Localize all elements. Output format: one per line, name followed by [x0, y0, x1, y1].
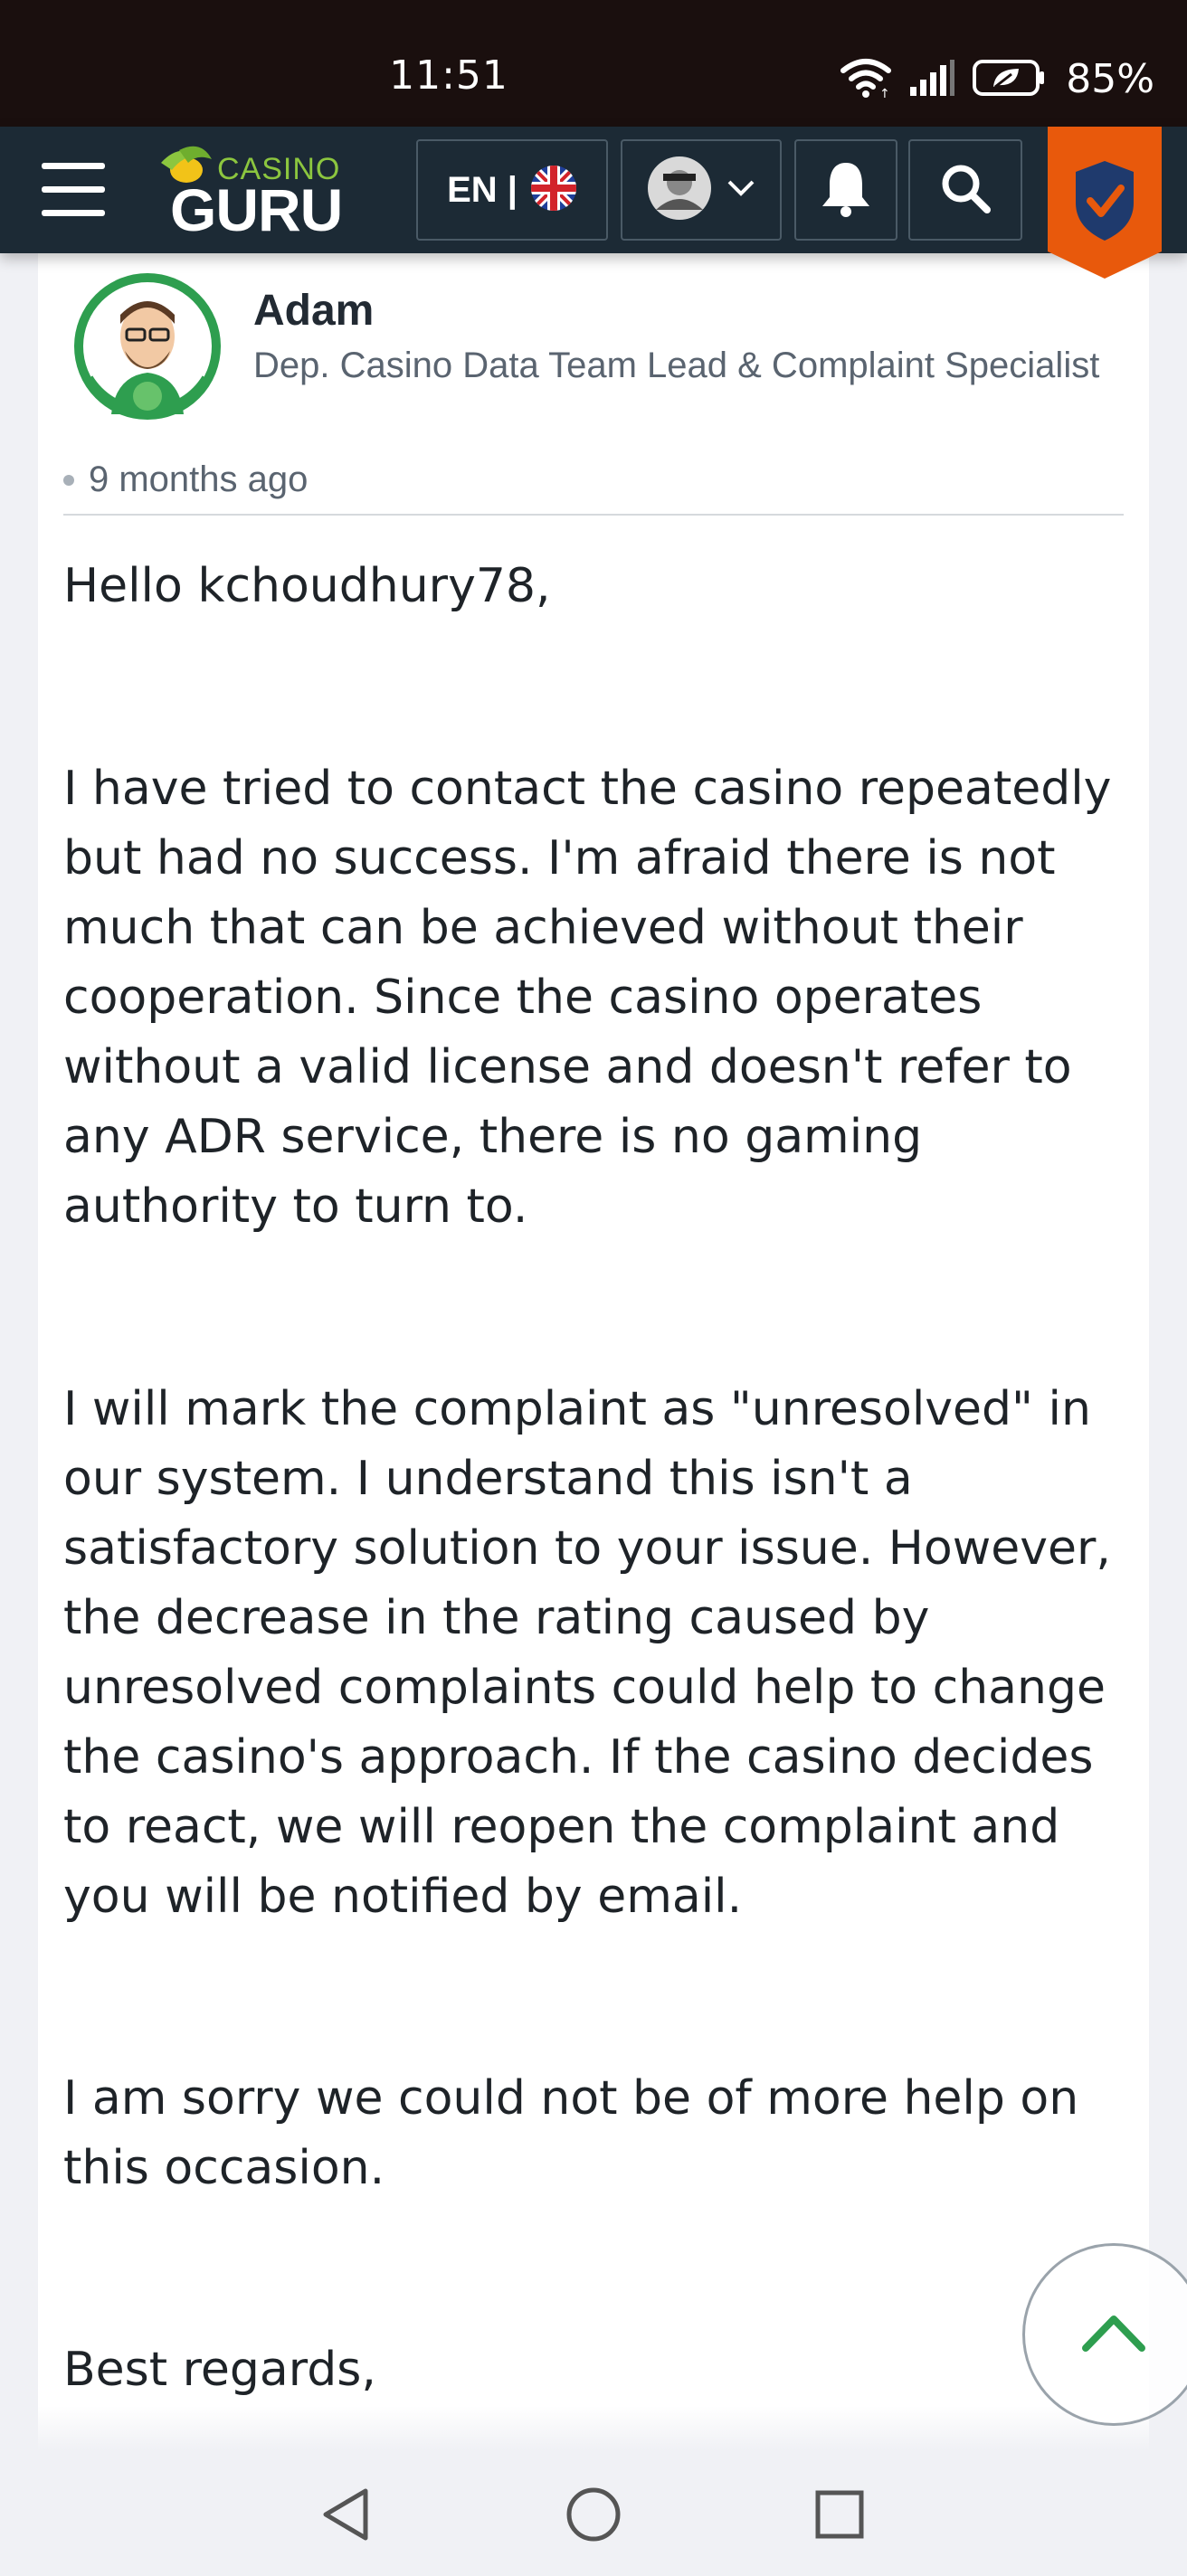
back-button[interactable]	[309, 2480, 382, 2552]
avatar-icon	[647, 156, 712, 224]
recents-icon	[812, 2487, 867, 2545]
svg-text:↑↓: ↑↓	[879, 87, 892, 98]
post-meta: 9 months ago	[63, 459, 308, 500]
search-button[interactable]	[908, 139, 1022, 241]
divider	[63, 514, 1124, 516]
bell-icon	[819, 159, 873, 221]
menu-icon	[42, 163, 105, 169]
wifi-icon: ↑↓	[840, 58, 901, 101]
author-name[interactable]: Adam	[253, 286, 374, 336]
menu-button[interactable]	[34, 159, 112, 221]
signal-icon	[908, 59, 955, 99]
post-greeting: Hello kchoudhury78,	[63, 559, 551, 613]
uk-flag-icon	[530, 165, 577, 215]
logo-text-guru: GURU	[170, 176, 343, 243]
post-paragraph-3: I am sorry we could not be of more help …	[63, 2071, 1079, 2195]
status-icons: ↑↓ 85%	[840, 56, 1154, 102]
complaint-reply-card: Adam Dep. Casino Data Team Lead & Compla…	[38, 253, 1149, 2451]
content-fade	[38, 2406, 1149, 2451]
battery-percent: 85%	[1066, 56, 1154, 102]
status-time: 11:51	[389, 52, 508, 99]
menu-icon-bar	[42, 186, 105, 193]
menu-icon-bar	[42, 210, 105, 216]
post-time-ago: 9 months ago	[89, 459, 309, 499]
chevron-down-icon	[726, 178, 755, 202]
user-menu-button[interactable]	[621, 139, 782, 241]
back-icon	[318, 2486, 373, 2547]
search-icon	[939, 162, 992, 218]
status-bar: 11:51 ↑↓	[0, 0, 1187, 127]
trust-shield-tab[interactable]	[1048, 127, 1162, 279]
post-closing: Best regards,	[63, 2343, 376, 2397]
system-nav-bar	[0, 2453, 1187, 2576]
home-button[interactable]	[557, 2480, 630, 2552]
post-paragraph-1: I have tried to contact the casino repea…	[63, 762, 1112, 1234]
chevron-up-icon	[1080, 2312, 1147, 2357]
language-label: EN |	[447, 169, 518, 210]
language-selector[interactable]: EN |	[416, 139, 608, 241]
notifications-button[interactable]	[794, 139, 897, 241]
post-paragraph-2: I will mark the complaint as "unresolved…	[63, 1382, 1111, 1924]
bullet-dot	[63, 474, 74, 486]
site-header: CASINO GURU EN |	[0, 127, 1187, 279]
author-avatar	[71, 270, 224, 423]
home-icon	[565, 2486, 622, 2547]
battery-icon	[972, 58, 1046, 101]
author-role: Dep. Casino Data Team Lead & Complaint S…	[253, 346, 1100, 385]
casino-guru-logo[interactable]: CASINO GURU	[152, 143, 360, 243]
recents-button[interactable]	[803, 2480, 876, 2552]
